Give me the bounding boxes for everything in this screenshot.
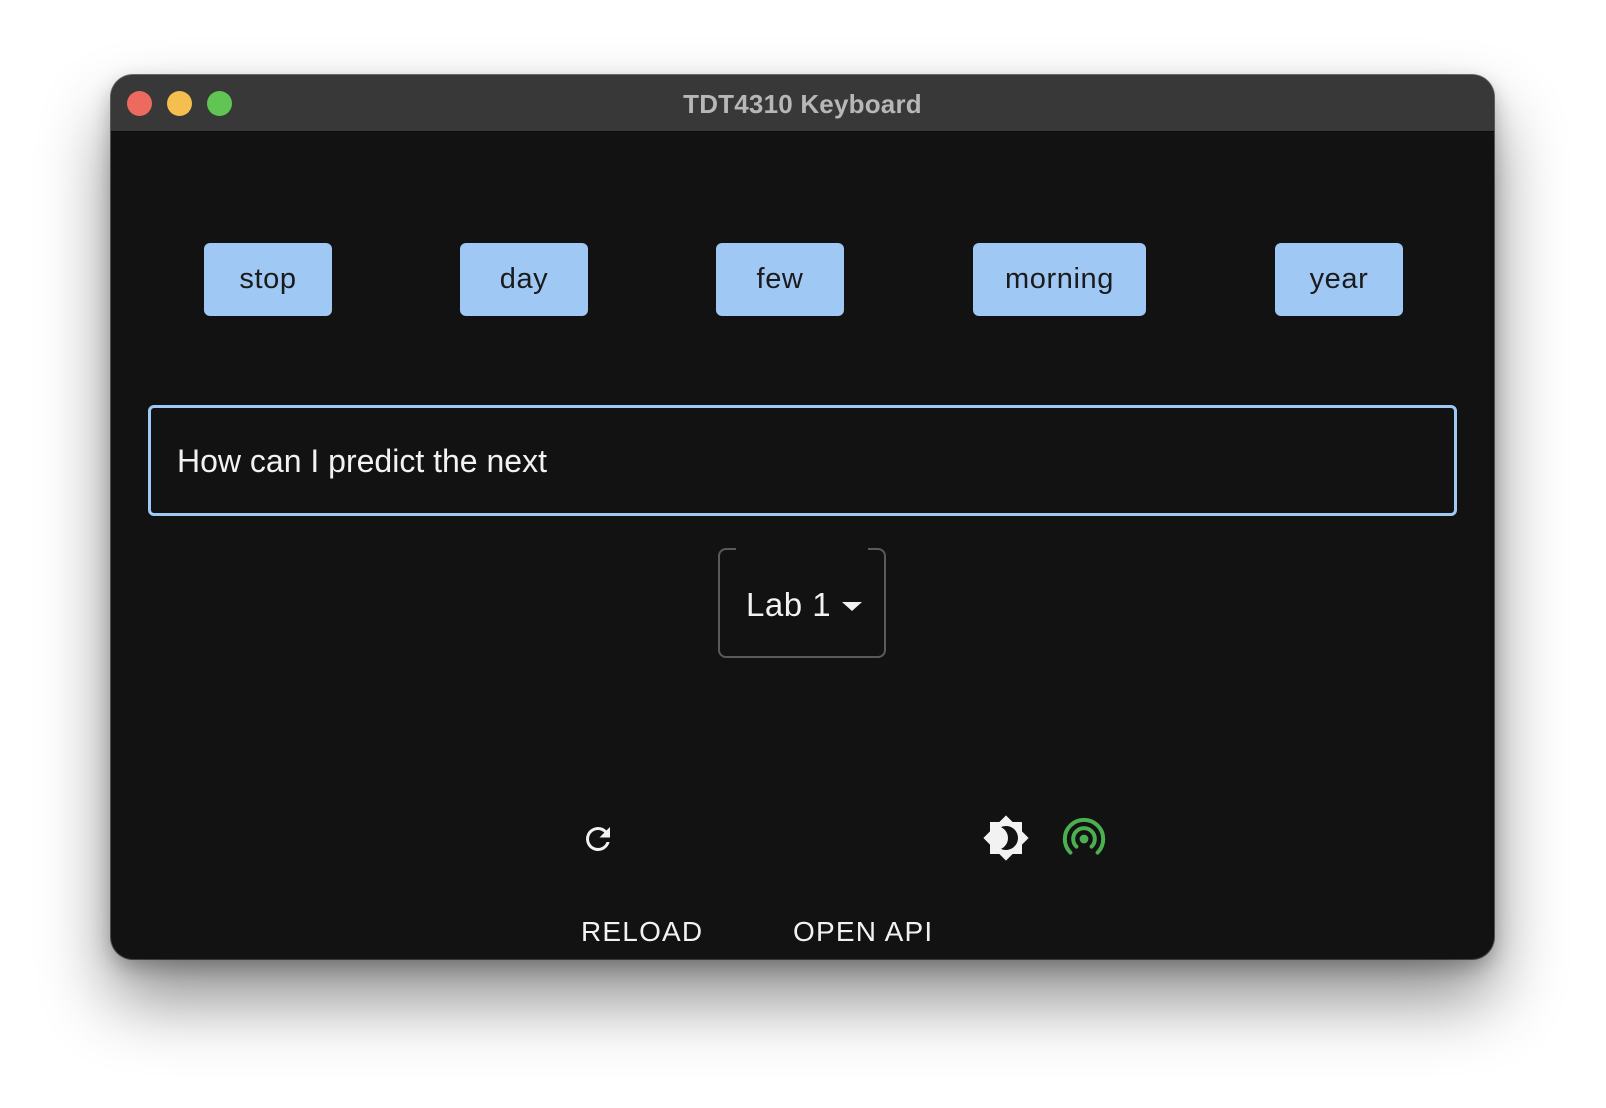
suggestion-button[interactable]: year bbox=[1275, 243, 1403, 316]
open-api-settings-button[interactable]: OPEN API SETTINGS bbox=[793, 912, 1073, 959]
suggestion-button[interactable]: morning bbox=[973, 243, 1146, 316]
refresh-icon[interactable] bbox=[580, 821, 616, 857]
lab-select-value: Lab 1 bbox=[746, 586, 832, 623]
api-settings-label: OPEN API SETTINGS bbox=[793, 916, 941, 959]
suggestion-button[interactable]: few bbox=[716, 243, 844, 316]
dropdown-label-notch bbox=[736, 548, 868, 551]
text-input-container bbox=[148, 405, 1457, 516]
app-window: TDT4310 Keyboard stop day few morning ye… bbox=[111, 75, 1494, 959]
brightness-icon[interactable] bbox=[982, 814, 1030, 862]
reload-button[interactable]: RELOAD bbox=[581, 912, 751, 952]
broadcast-icon[interactable] bbox=[1060, 815, 1108, 863]
title-bar: TDT4310 Keyboard bbox=[111, 75, 1494, 132]
suggestion-button[interactable]: stop bbox=[204, 243, 332, 316]
window-title: TDT4310 Keyboard bbox=[683, 89, 922, 119]
caret-down-icon bbox=[842, 602, 862, 611]
lab-select-dropdown[interactable]: Lab 1 bbox=[718, 548, 886, 658]
text-input[interactable] bbox=[175, 408, 1449, 515]
main-content: stop day few morning year Lab 1 bbox=[111, 132, 1494, 959]
reload-label: RELOAD bbox=[581, 916, 704, 947]
suggestion-button[interactable]: day bbox=[460, 243, 588, 316]
